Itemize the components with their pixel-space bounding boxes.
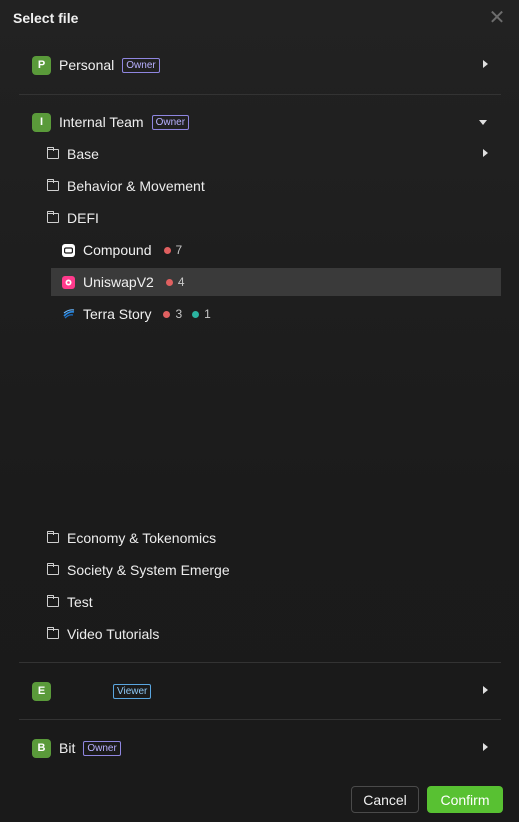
select-file-dialog: Select file ✕ P Personal Owner I Interna… [0,0,519,822]
folder-label: Economy & Tokenomics [67,530,217,546]
folder-label: Video Tutorials [67,626,160,642]
workspace-personal[interactable]: P Personal Owner [19,51,501,79]
status-count: 1 [204,307,211,321]
terra-icon [62,308,75,321]
status-dot [165,278,173,286]
divider [19,719,501,720]
file-compound[interactable]: Compound 7 [51,236,501,264]
status-dot [163,246,171,254]
workspace-avatar: E [32,681,51,701]
workspace-bit[interactable]: B Bit Owner [19,734,501,762]
cancel-button[interactable]: Cancel [351,786,419,813]
folder-label: Society & System Emerge [67,562,230,578]
file-terra-story[interactable]: Terra Story 3 1 [51,300,501,328]
uniswap-icon [62,275,75,289]
workspace-e[interactable]: E Viewer [19,677,501,705]
workspace-avatar: B [32,738,51,758]
folder-label: Base [67,146,99,162]
workspace-avatar: P [32,55,51,75]
chevron-right-icon[interactable] [483,60,488,68]
folder-economy-tokenomics[interactable]: Economy & Tokenomics [35,524,501,552]
folder-test[interactable]: Test [35,588,501,616]
folder-label: Behavior & Movement [67,178,205,194]
folder-society-system-emerge[interactable]: Society & System Emerge [35,556,501,584]
file-name: Terra Story [83,306,152,322]
folder-base[interactable]: Base [35,140,501,168]
confirm-button[interactable]: Confirm [427,786,503,813]
folder-icon [47,595,59,607]
divider [19,94,501,95]
folder-defi[interactable]: DEFI [35,204,501,232]
role-badge: Owner [151,114,190,130]
status-count: 7 [175,243,183,257]
workspace-name: Internal Team [59,114,144,130]
folder-icon [47,147,59,159]
divider [19,662,501,663]
chevron-down-icon[interactable] [479,120,487,125]
status-dot [192,310,200,318]
chevron-right-icon[interactable] [483,686,488,694]
status-count: 4 [177,275,185,289]
role-badge: Viewer [113,683,152,699]
folder-icon [47,627,59,639]
folder-icon [47,211,59,223]
workspace-avatar: I [32,112,51,132]
workspace-name: Personal [59,57,115,73]
workspace-internal-team[interactable]: I Internal Team Owner [19,108,501,136]
folder-icon [47,179,59,191]
file-name: UniswapV2 [83,274,154,290]
dialog-title: Select file [13,10,79,26]
folder-behavior-movement[interactable]: Behavior & Movement [35,172,501,200]
workspace-name: Bit [59,740,76,756]
chevron-right-icon[interactable] [483,743,488,751]
file-name: Compound [83,242,152,258]
folder-label: Test [67,594,93,610]
status-count: 3 [175,307,183,321]
role-badge: Owner [83,740,121,756]
folder-icon [47,563,59,575]
role-badge: Owner [122,57,160,73]
compound-icon [62,243,75,257]
folder-label: DEFI [67,210,99,226]
chevron-right-icon[interactable] [483,149,488,157]
file-uniswapv2[interactable]: UniswapV2 4 [51,268,501,296]
close-icon[interactable]: ✕ [487,8,507,28]
folder-video-tutorials[interactable]: Video Tutorials [35,620,501,648]
status-dot [163,310,171,318]
folder-icon [47,531,59,543]
